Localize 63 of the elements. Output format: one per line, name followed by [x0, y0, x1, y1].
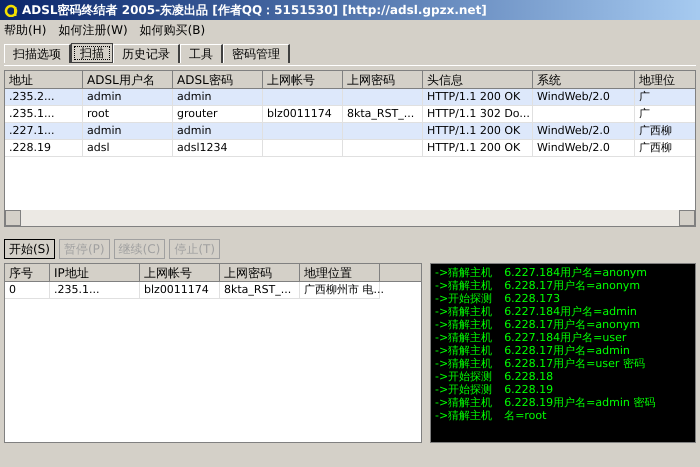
- log-line: ->猜解主机: [435, 318, 492, 331]
- column-header[interactable]: 头信息: [423, 71, 533, 89]
- table-cell: 8kta_RST_...: [220, 282, 300, 299]
- log-line: 6.227.184用户名=admin: [504, 305, 637, 318]
- log-line: 6.228.19: [504, 383, 554, 396]
- column-header[interactable]: 上网密码: [343, 71, 423, 89]
- column-header[interactable]: ADSL密码: [173, 71, 263, 89]
- log-line: 6.228.173: [504, 292, 560, 305]
- column-header[interactable]: 上网帐号: [263, 71, 343, 89]
- column-header[interactable]: ADSL用户名: [83, 71, 173, 89]
- log-line: 6.228.17用户名=anonym: [504, 318, 640, 331]
- column-header[interactable]: IP地址: [50, 264, 140, 282]
- table-cell: HTTP/1.1 200 OK: [423, 140, 533, 157]
- table-cell: blz0011174: [140, 282, 220, 299]
- tab[interactable]: 扫描: [71, 43, 113, 63]
- table-cell: 0: [5, 282, 50, 299]
- log-line: ->猜解主机: [435, 409, 492, 422]
- column-header[interactable]: 地理位置: [300, 264, 380, 282]
- log-line: 6.228.17用户名=user 密码: [504, 357, 645, 370]
- tab[interactable]: 历史记录: [113, 44, 180, 63]
- log-line: 6.228.19用户名=admin 密码: [504, 396, 656, 409]
- log-line: ->猜解主机: [435, 266, 492, 279]
- horizontal-scrollbar[interactable]: [5, 210, 695, 226]
- column-header[interactable]: 上网密码: [220, 264, 300, 282]
- table-cell: adsl: [83, 140, 173, 157]
- tab[interactable]: 密码管理: [223, 44, 290, 63]
- table-cell: adsl1234: [173, 140, 263, 157]
- column-header[interactable]: 序号: [5, 264, 50, 282]
- log-line: ->猜解主机: [435, 279, 492, 292]
- log-line: ->开始探测: [435, 383, 492, 396]
- log-line: ->猜解主机: [435, 396, 492, 409]
- app-icon: [4, 3, 18, 17]
- tab[interactable]: 扫描选项: [4, 44, 71, 63]
- log-line: ->猜解主机: [435, 357, 492, 370]
- tab[interactable]: 工具: [180, 44, 223, 63]
- table-cell: 广西柳: [635, 140, 695, 157]
- log-line: ->开始探测: [435, 292, 492, 305]
- column-header[interactable]: 上网帐号: [140, 264, 220, 282]
- log-line: ->猜解主机: [435, 344, 492, 357]
- column-header[interactable]: 地理位: [635, 71, 695, 89]
- table-cell: .235.1...: [50, 282, 140, 299]
- table-cell: .228.19: [5, 140, 83, 157]
- menu-item[interactable]: 帮助(H): [4, 21, 46, 39]
- log-line: 6.228.17用户名=admin: [504, 344, 630, 357]
- result-row[interactable]: .235.2... admin admin HTTP/1.1 200 OK WindWeb/2.0 广: [5, 89, 695, 106]
- log-line: ->开始探测: [435, 370, 492, 383]
- column-header[interactable]: 系统: [533, 71, 635, 89]
- menu-item[interactable]: 如何购买(B): [140, 21, 206, 39]
- window-title: ADSL密码终结者 2005-东凌出品 [作者QQ：5151530] [http://adsl.gpzx.net]: [22, 2, 487, 19]
- log-line: ->猜解主机: [435, 305, 492, 318]
- column-header[interactable]: 地址: [5, 71, 83, 89]
- menu-item[interactable]: 如何注册(W): [58, 21, 128, 39]
- result-row[interactable]: .228.19 adsl adsl1234 HTTP/1.1 200 OK WindWeb/2.0 广西柳: [5, 140, 695, 157]
- result-row[interactable]: .227.1... admin admin HTTP/1.1 200 OK WindWeb/2.0 广西柳: [5, 123, 695, 140]
- log-line: 6.228.18: [504, 370, 554, 383]
- log-line: 6.227.184用户名=user: [504, 331, 626, 344]
- table-cell: WindWeb/2.0: [533, 140, 635, 157]
- result-row[interactable]: .235.1... root grouter blz0011174 8kta_RST_... HTTP/1.1 302 Do... 广: [5, 106, 695, 123]
- toolbar-button[interactable]: 开始(S): [4, 239, 55, 259]
- log-line: 6.228.17用户名=anonym: [504, 279, 640, 292]
- log-line: 6.227.184用户名=anonym: [504, 266, 648, 279]
- log-line: 名=root: [504, 409, 546, 422]
- log-line: ->猜解主机: [435, 331, 492, 344]
